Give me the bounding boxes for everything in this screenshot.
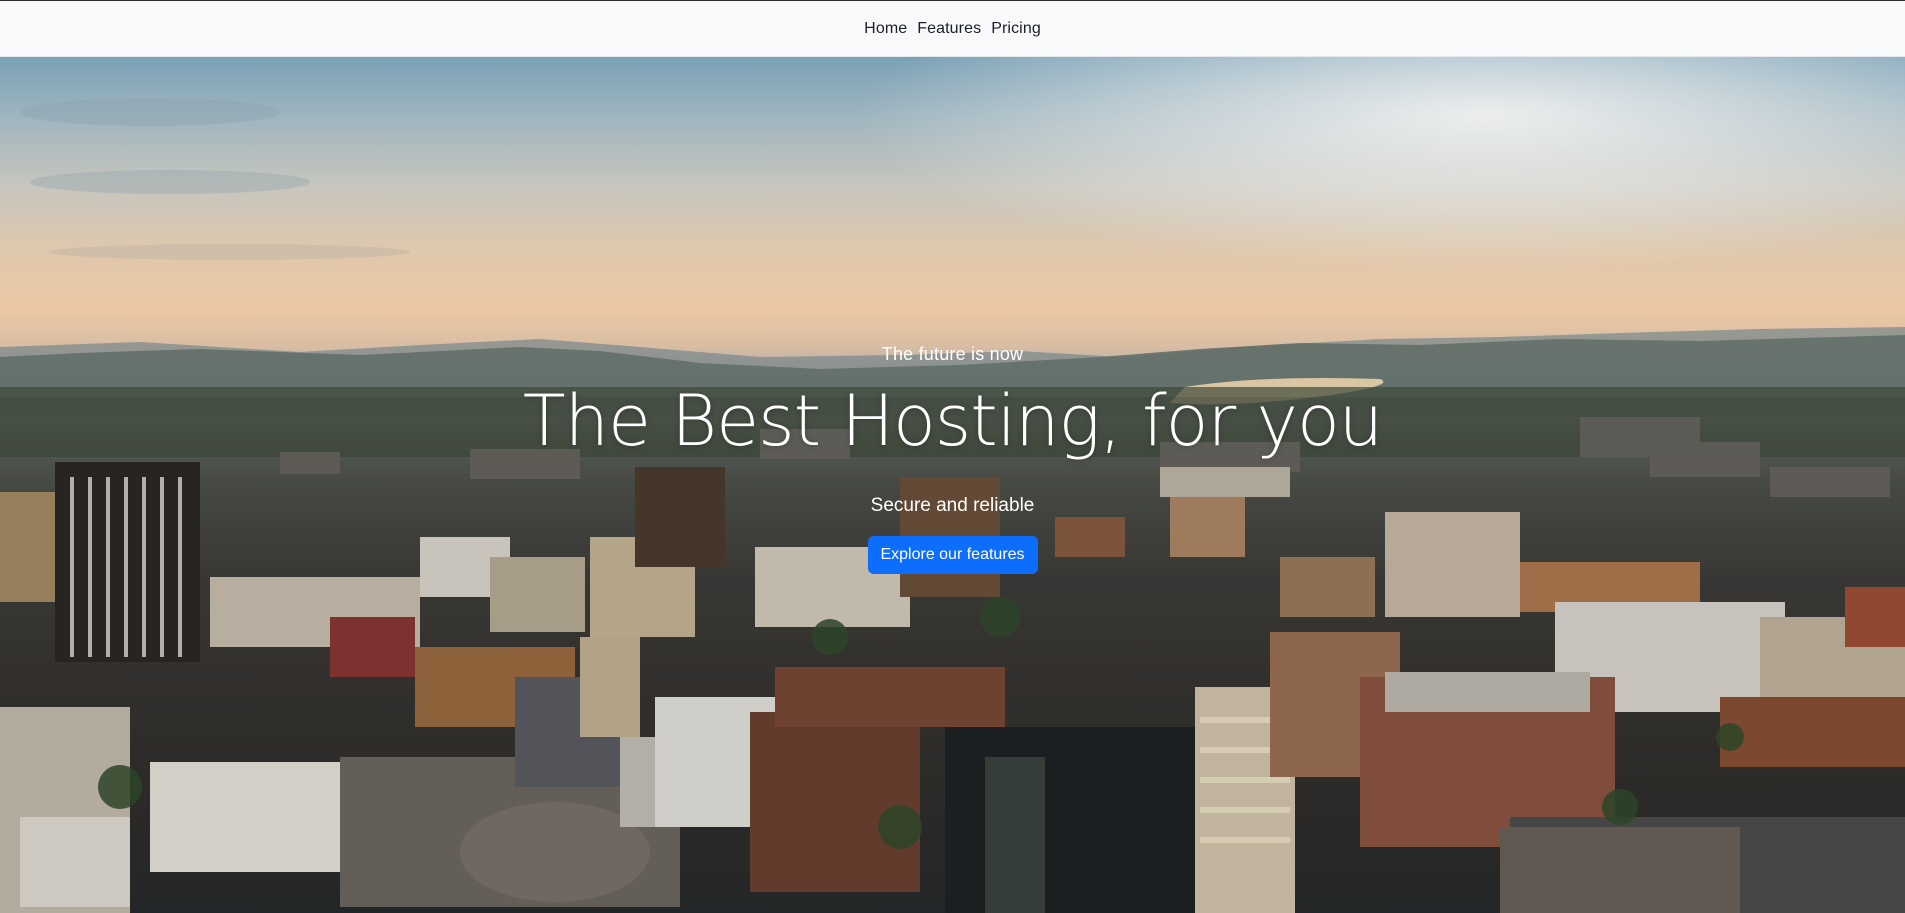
- top-navbar: Home Features Pricing: [0, 0, 1905, 57]
- hero-eyebrow: The future is now: [881, 344, 1024, 364]
- nav-link-features[interactable]: Features: [915, 18, 983, 40]
- landing-page: Home Features Pricing The future is now …: [0, 0, 1905, 913]
- nav-item-features: Features: [915, 18, 983, 40]
- nav-link-home[interactable]: Home: [862, 18, 909, 40]
- explore-features-button[interactable]: Explore our features: [867, 536, 1038, 574]
- hero-section: The future is now The Best Hosting, for …: [0, 57, 1905, 913]
- hero-background-cityscape-image: [0, 57, 1905, 913]
- cityscape-illustration: [0, 98, 1905, 913]
- nav-link-pricing[interactable]: Pricing: [989, 18, 1043, 40]
- nav-item-home: Home: [862, 18, 909, 40]
- hero-title: The Best Hosting, for you: [522, 380, 1383, 462]
- nav-item-pricing: Pricing: [989, 18, 1043, 40]
- hero-subtitle: Secure and reliable: [870, 495, 1035, 516]
- nav-list: Home Features Pricing: [862, 18, 1043, 40]
